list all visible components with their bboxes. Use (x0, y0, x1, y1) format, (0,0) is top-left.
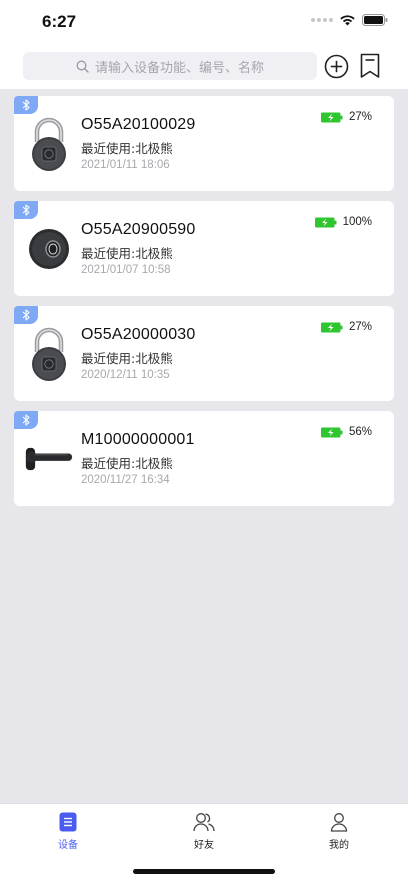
battery-indicator: 27% (320, 111, 372, 123)
search-input[interactable]: 请输入设备功能、编号、名称 (23, 52, 317, 80)
tab-label: 设备 (58, 840, 78, 851)
battery-percent: 27% (348, 321, 372, 333)
battery-charging-icon (320, 427, 343, 437)
bluetooth-icon (22, 309, 30, 321)
tab-devices[interactable]: 设备 (38, 812, 98, 851)
battery-charging-icon (320, 112, 343, 122)
device-recent-user: 最近使用:北极熊 (81, 141, 173, 156)
device-last-used-time: 2020/11/27 16:34 (81, 474, 170, 486)
battery-charging-icon (314, 217, 337, 227)
bluetooth-tag (14, 201, 38, 219)
device-list: O55A20100029 最近使用:北极熊 2021/01/11 18:06 2… (14, 96, 394, 516)
tab-label: 我的 (329, 840, 349, 851)
bluetooth-icon (22, 99, 30, 111)
battery-indicator: 27% (320, 321, 372, 333)
battery-percent: 27% (348, 111, 372, 123)
padlock-icon (24, 324, 74, 384)
device-recent-user: 最近使用:北极熊 (81, 246, 173, 261)
device-id: O55A20900590 (81, 221, 196, 238)
bluetooth-tag (14, 411, 38, 429)
device-id: M10000000001 (81, 431, 195, 448)
status-time: 6:27 (42, 12, 77, 31)
wifi-icon (340, 15, 355, 26)
devices-icon (59, 812, 77, 832)
device-card[interactable]: O55A20900590 最近使用:北极熊 2021/01/07 10:58 1… (14, 201, 394, 296)
search-placeholder: 请输入设备功能、编号、名称 (94, 60, 264, 76)
tab-label: 好友 (194, 840, 214, 851)
round-lock-icon (24, 219, 74, 279)
battery-status-icon (362, 14, 388, 26)
battery-indicator: 100% (314, 216, 372, 228)
device-card[interactable]: M10000000001 最近使用:北极熊 2020/11/27 16:34 5… (14, 411, 394, 506)
padlock-icon (24, 114, 74, 174)
add-device-button[interactable] (323, 52, 349, 80)
status-icons (311, 14, 388, 26)
records-button[interactable] (357, 52, 383, 80)
battery-charging-icon (320, 322, 343, 332)
bluetooth-icon (22, 414, 30, 426)
tab-profile[interactable]: 我的 (309, 812, 369, 851)
device-id: O55A20100029 (81, 116, 196, 133)
battery-percent: 100% (342, 216, 372, 228)
profile-icon (330, 813, 348, 832)
device-last-used-time: 2021/01/07 10:58 (81, 264, 171, 276)
top-bar: 6:27 请输入设备功能、编号、名称 (0, 0, 408, 89)
device-id: O55A20000030 (81, 326, 196, 343)
home-indicator (133, 869, 275, 874)
device-card[interactable]: O55A20000030 最近使用:北极熊 2020/12/11 10:35 2… (14, 306, 394, 401)
device-card[interactable]: O55A20100029 最近使用:北极熊 2021/01/11 18:06 2… (14, 96, 394, 191)
device-last-used-time: 2021/01/11 18:06 (81, 159, 170, 171)
search-icon (76, 60, 89, 73)
bluetooth-tag (14, 306, 38, 324)
bluetooth-tag (14, 96, 38, 114)
status-bar: 6:27 (0, 0, 408, 44)
battery-indicator: 56% (320, 426, 372, 438)
device-recent-user: 最近使用:北极熊 (81, 351, 173, 366)
battery-percent: 56% (348, 426, 372, 438)
bookmark-icon (360, 53, 380, 78)
friends-icon (193, 813, 215, 832)
tab-friends[interactable]: 好友 (174, 812, 234, 851)
device-last-used-time: 2020/12/11 10:35 (81, 369, 170, 381)
bluetooth-icon (22, 204, 30, 216)
signal-icon (311, 18, 333, 22)
add-circle-icon (324, 54, 348, 78)
device-recent-user: 最近使用:北极熊 (81, 456, 173, 471)
door-handle-lock-icon (24, 429, 74, 489)
